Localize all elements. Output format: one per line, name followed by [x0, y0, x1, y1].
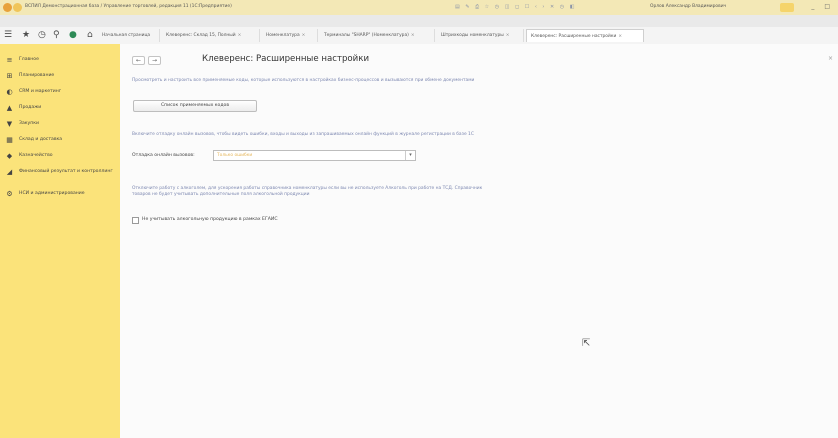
- tab-label: Начальная страница: [102, 33, 151, 38]
- finance-icon: ◢: [6, 168, 13, 176]
- codes-list-button[interactable]: Список применяемых кодов: [133, 100, 257, 112]
- back-button[interactable]: ←: [132, 56, 145, 65]
- debug-mode-value: Только ошибки: [217, 153, 253, 158]
- warehouse-icon: ▦: [6, 136, 13, 144]
- sidebar-item-label: Главное: [19, 57, 39, 62]
- home-icon[interactable]: ⌂: [87, 30, 93, 40]
- tab-label: Клеверенс: Расширенные настройки: [531, 34, 617, 39]
- sidebar-item-crm[interactable]: ◐ CRM и маркетинг: [0, 88, 120, 100]
- sidebar-item-label: CRM и маркетинг: [19, 89, 62, 94]
- main-menu-icon[interactable]: ☰: [4, 30, 12, 40]
- tab-label: Терминалы "SHARP" (Номенклатура): [324, 33, 409, 38]
- close-tab-icon[interactable]: ×: [618, 34, 622, 39]
- close-tab-icon[interactable]: ×: [411, 33, 415, 38]
- favorites-icon[interactable]: ★: [22, 30, 30, 40]
- close-form-icon[interactable]: ×: [828, 55, 833, 62]
- search-icon[interactable]: ⚲: [53, 30, 60, 40]
- sidebar-item-treasury[interactable]: ◆ Казначейство: [0, 152, 120, 164]
- treasury-icon: ◆: [6, 152, 13, 160]
- crm-icon: ◐: [6, 88, 13, 96]
- sidebar-item-label: Казначейство: [19, 153, 53, 158]
- alcohol-description: Отключите работу с алкоголем, для ускоре…: [132, 186, 483, 197]
- close-tab-icon[interactable]: ×: [302, 33, 306, 38]
- debug-description: Включите отладку онлайн вызовов, чтобы в…: [132, 132, 474, 137]
- ignore-alcohol-checkbox[interactable]: [132, 217, 139, 224]
- sidebar-item-label: Финансовый результат и контроллинг: [19, 169, 113, 174]
- window-title-bar: ВСПИЛ Демонстрационная база / Управление…: [0, 0, 838, 15]
- sidebar-item-planning[interactable]: ⊞ Планирование: [0, 72, 120, 84]
- planning-icon: ⊞: [6, 72, 13, 80]
- gear-icon: ⚙: [6, 190, 13, 198]
- history-icon[interactable]: ◷: [38, 30, 46, 40]
- tab-warehouse[interactable]: Клеверенс: Склад 15, Полный ×: [162, 29, 260, 42]
- tab-nomenclature[interactable]: Номенклатура ×: [262, 29, 318, 42]
- tab-label: Номенклатура: [266, 33, 300, 38]
- close-tab-icon[interactable]: ×: [238, 33, 242, 38]
- sidebar-item-warehouse[interactable]: ▦ Склад и доставка: [0, 136, 120, 148]
- mouse-cursor-icon: ⇱: [582, 338, 591, 349]
- notifications-icon[interactable]: [780, 3, 794, 12]
- main-icon: ≡: [6, 56, 13, 64]
- form-area: ← → Клеверенс: Расширенные настройки × П…: [120, 44, 838, 438]
- sidebar-item-main[interactable]: ≡ Главное: [0, 56, 120, 68]
- tab-bar: ☰ ★ ◷ ⚲ ● ⌂ Начальная страница Клеверенс…: [0, 27, 838, 45]
- debug-mode-select[interactable]: Только ошибки ▾: [213, 150, 416, 161]
- sidebar-item-label: Закупки: [19, 121, 40, 126]
- tab-barcodes[interactable]: Штрихкоды номенклатуры ×: [437, 29, 524, 42]
- sidebar-item-label: Продажи: [19, 105, 42, 110]
- sidebar-item-admin[interactable]: ⚙ НСИ и администрирование: [0, 190, 120, 208]
- tab-label: Клеверенс: Склад 15, Полный: [166, 33, 236, 38]
- close-tab-icon[interactable]: ×: [506, 33, 510, 38]
- chevron-down-icon[interactable]: ▾: [405, 151, 415, 160]
- debug-label: Отладка онлайн вызовов:: [132, 153, 195, 158]
- sales-icon: ▲: [6, 104, 13, 112]
- status-icon[interactable]: ●: [69, 30, 77, 40]
- app-menu-icon[interactable]: [13, 3, 22, 12]
- sidebar-item-finance[interactable]: ◢ Финансовый результат и контроллинг: [0, 168, 120, 186]
- app-logo-icon: [3, 3, 12, 12]
- sidebar-item-label: Склад и доставка: [19, 137, 63, 142]
- tab-extended-settings[interactable]: Клеверенс: Расширенные настройки ×: [526, 29, 644, 42]
- purchases-icon: ▼: [6, 120, 13, 128]
- tab-home[interactable]: Начальная страница: [98, 29, 160, 42]
- titlebar-tools[interactable]: ▤ ✎ ⎙ ☆ ◷ ◫ ◻ ☐ ‹ › ✕ ◷ ◧: [455, 4, 576, 10]
- sections-sidebar: ≡ Главное ⊞ Планирование ◐ CRM и маркетинг …: [0, 44, 120, 438]
- current-user[interactable]: Орлов Александр Владимирович: [650, 4, 726, 9]
- window-controls[interactable]: _ □: [811, 3, 834, 10]
- ignore-alcohol-label: Не учитывать алкогольную продукцию в рам…: [142, 217, 278, 222]
- sidebar-item-purchases[interactable]: ▼ Закупки: [0, 120, 120, 132]
- page-title: Клеверенс: Расширенные настройки: [202, 54, 370, 64]
- forward-button[interactable]: →: [148, 56, 161, 65]
- sidebar-item-label: НСИ и администрирование: [19, 191, 85, 196]
- tab-terminals[interactable]: Терминалы "SHARP" (Номенклатура) ×: [320, 29, 435, 42]
- sidebar-item-label: Планирование: [19, 73, 55, 78]
- codes-description: Просмотреть и настроить все применяемые …: [132, 78, 475, 83]
- window-title: ВСПИЛ Демонстрационная база / Управление…: [25, 4, 232, 9]
- sidebar-item-sales[interactable]: ▲ Продажи: [0, 104, 120, 116]
- tab-label: Штрихкоды номенклатуры: [441, 33, 504, 38]
